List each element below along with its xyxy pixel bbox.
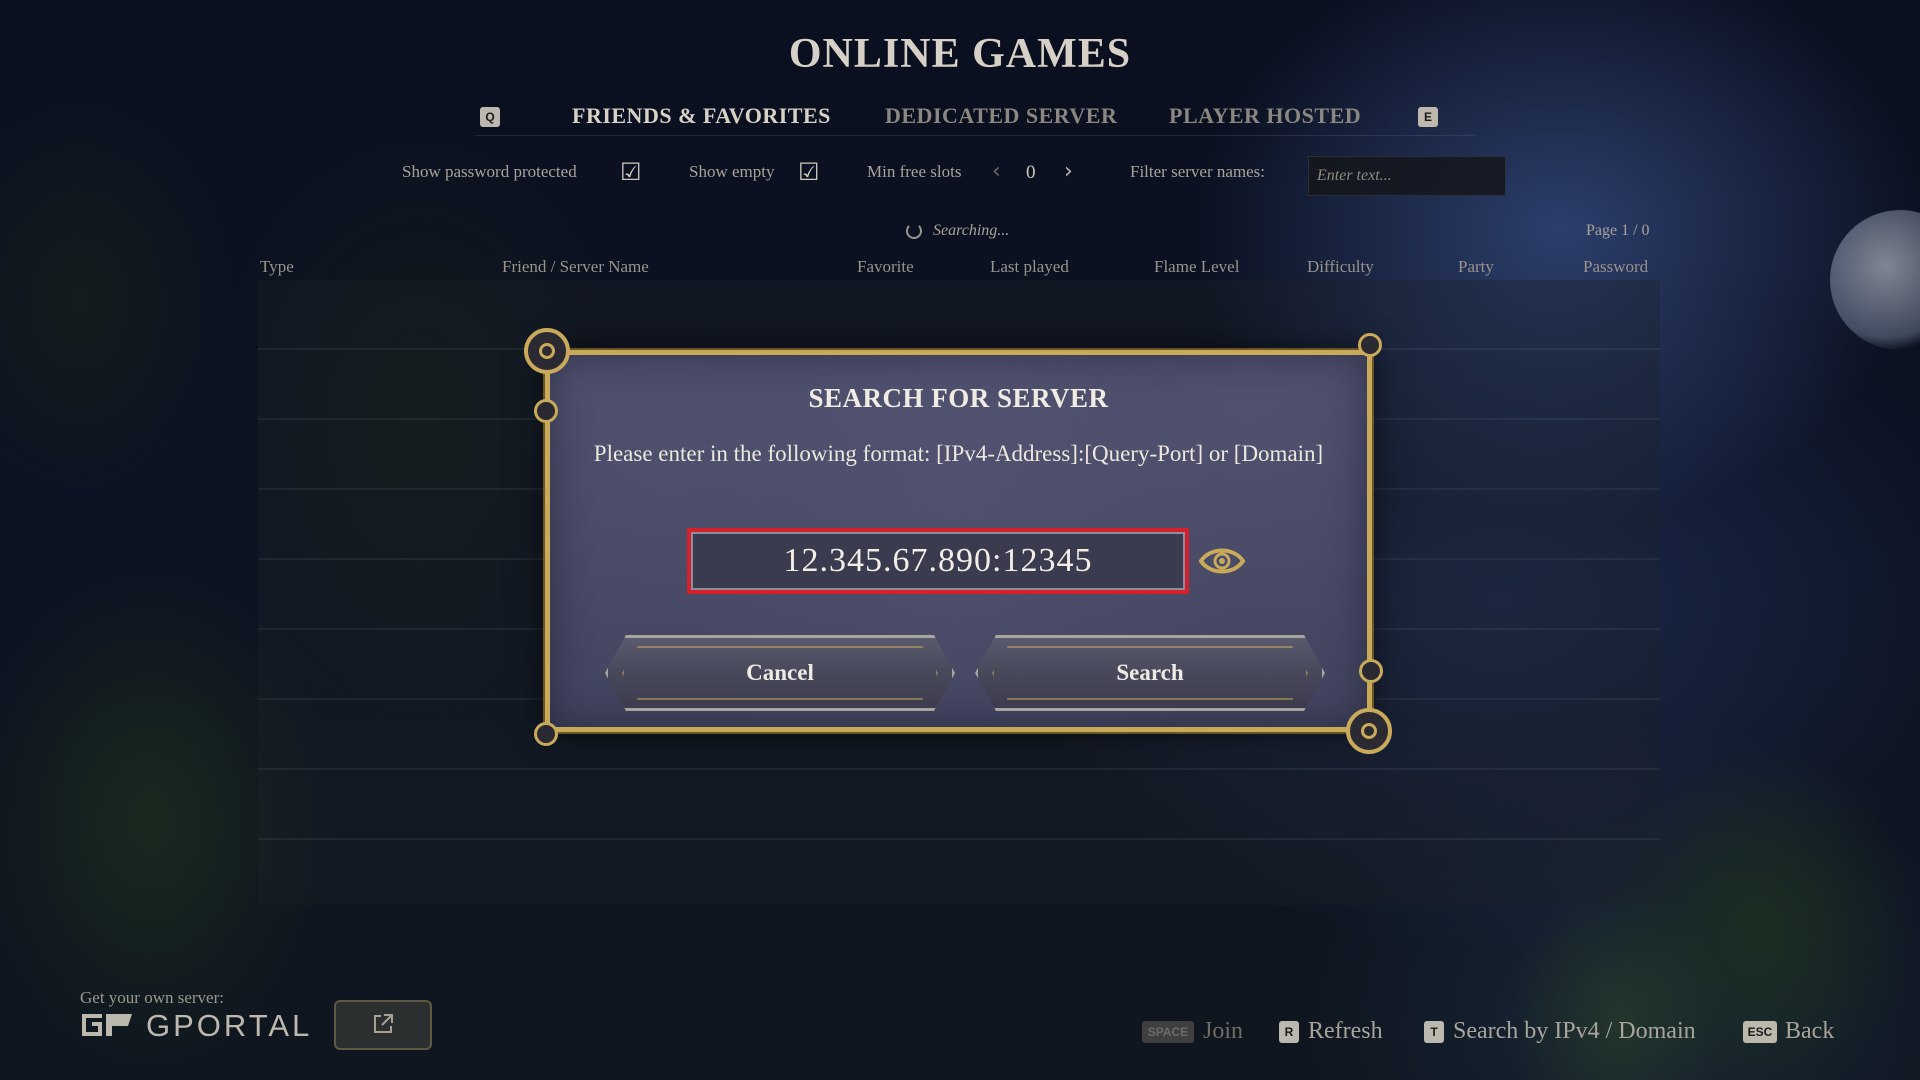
- column-type[interactable]: Type: [260, 257, 294, 277]
- back-hint[interactable]: Back: [1785, 1018, 1834, 1045]
- search-button[interactable]: Search: [975, 635, 1325, 711]
- show-password-protected-label: Show password protected: [402, 162, 577, 181]
- column-party[interactable]: Party: [1458, 257, 1494, 277]
- tab-prev-key[interactable]: Q: [480, 107, 500, 127]
- searching-status: Searching...: [933, 222, 1010, 239]
- min-free-slots-value: 0: [1026, 162, 1036, 183]
- refresh-hint[interactable]: Refresh: [1308, 1018, 1383, 1045]
- column-password[interactable]: Password: [1583, 257, 1648, 277]
- dialog-description: Please enter in the following format: [I…: [593, 441, 1324, 466]
- tab-dedicated-server[interactable]: DEDICATED SERVER: [885, 103, 1117, 129]
- loading-spinner-icon: [906, 223, 922, 239]
- column-last-played[interactable]: Last played: [990, 257, 1069, 277]
- column-difficulty[interactable]: Difficulty: [1307, 257, 1374, 277]
- chevron-right-icon[interactable]: ›: [1064, 159, 1073, 184]
- gportal-brand: GPORTAL: [146, 1008, 313, 1043]
- list-row-divider: [258, 838, 1660, 840]
- gportal-logo-icon: [82, 1014, 132, 1036]
- external-link-icon: [374, 1014, 393, 1033]
- frame-ornament-left: [534, 399, 558, 423]
- space-key-icon: SPACE: [1142, 1021, 1194, 1043]
- server-address-input[interactable]: 12.345.67.890:12345: [687, 528, 1189, 594]
- tab-next-key[interactable]: E: [1418, 107, 1438, 127]
- frame-ornament-bottom-right: [1346, 708, 1392, 754]
- filter-server-names-input[interactable]: Enter text...: [1308, 156, 1506, 196]
- filter-server-names-label: Filter server names:: [1130, 162, 1266, 181]
- cancel-button[interactable]: Cancel: [605, 635, 955, 711]
- page-title: ONLINE GAMES: [788, 31, 1132, 77]
- own-server-text: Get your own server:: [80, 988, 224, 1007]
- t-key-icon: T: [1424, 1021, 1444, 1043]
- frame-ornament-right: [1359, 659, 1383, 683]
- page-indicator: Page 1 / 0: [1586, 222, 1650, 239]
- chevron-left-icon[interactable]: ‹: [992, 159, 1001, 184]
- show-empty-label: Show empty: [689, 162, 775, 181]
- search-by-ip-hint[interactable]: Search by IPv4 / Domain: [1453, 1018, 1696, 1045]
- list-row-divider: [258, 768, 1660, 770]
- frame-ornament-bottom-left: [534, 722, 558, 746]
- cancel-button-label: Cancel: [746, 660, 814, 685]
- filter-bar: Show password protected ☑ Show empty ☑ M…: [0, 158, 1920, 202]
- esc-key-icon: ESC: [1743, 1021, 1777, 1043]
- search-button-label: Search: [1116, 660, 1184, 685]
- frame-ornament-top-right: [1358, 333, 1382, 357]
- frame-ornament-top-left: [524, 328, 570, 374]
- join-hint[interactable]: Join: [1203, 1018, 1243, 1045]
- column-favorite[interactable]: Favorite: [857, 257, 914, 277]
- tab-friends-favorites[interactable]: FRIENDS & FAVORITES: [572, 103, 831, 129]
- eye-icon[interactable]: [1198, 542, 1246, 580]
- show-password-protected-checkbox[interactable]: ☑: [620, 158, 642, 186]
- min-free-slots-label: Min free slots: [867, 162, 962, 181]
- search-server-dialog: SEARCH FOR SERVER Please enter in the fo…: [545, 350, 1372, 732]
- tab-bar: Q FRIENDS & FAVORITES DEDICATED SERVER P…: [475, 100, 1475, 136]
- show-empty-checkbox[interactable]: ☑: [798, 158, 820, 186]
- dialog-title: SEARCH FOR SERVER: [808, 383, 1109, 413]
- tab-player-hosted[interactable]: PLAYER HOSTED: [1169, 103, 1361, 129]
- r-key-icon: R: [1279, 1021, 1299, 1043]
- moon: [1830, 210, 1920, 350]
- column-flame-level[interactable]: Flame Level: [1154, 257, 1239, 277]
- column-server-name[interactable]: Friend / Server Name: [502, 257, 649, 277]
